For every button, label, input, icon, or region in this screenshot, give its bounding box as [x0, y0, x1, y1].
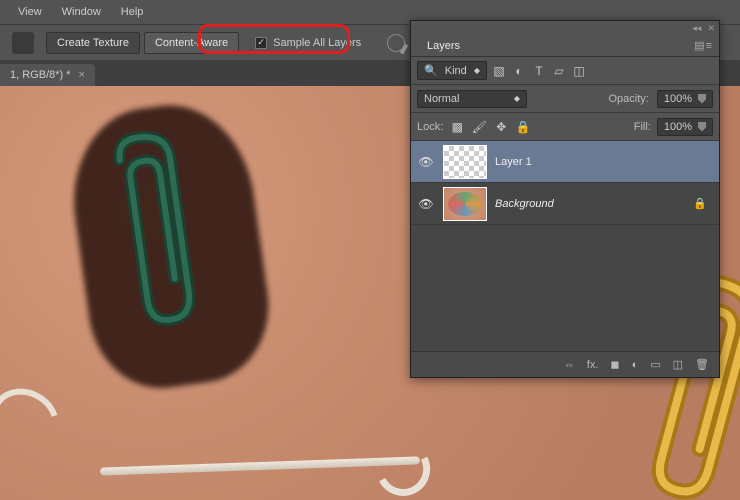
panel-footer: ⇔ fx. ◼ ◐ ▭ ◫ 🗑 — [411, 351, 719, 377]
link-layers-icon[interactable]: ⇔ — [564, 359, 575, 371]
document-tab-title: 1, RGB/8*) * — [10, 69, 71, 81]
lock-label: Lock: — [417, 121, 443, 133]
menu-window[interactable]: Window — [54, 2, 109, 22]
layer-list: 👁 Layer 1 👁 Background 🔒 — [411, 141, 719, 351]
pressure-size-icon[interactable] — [387, 34, 405, 52]
fill-input[interactable]: 100% — [657, 118, 713, 136]
layer-name[interactable]: Layer 1 — [495, 156, 532, 168]
tool-preset-icon[interactable] — [12, 32, 34, 54]
layer-thumbnail[interactable] — [443, 187, 487, 221]
lock-position-icon[interactable]: ✥ — [493, 119, 509, 135]
menu-help[interactable]: Help — [113, 2, 152, 22]
fill-value: 100% — [664, 121, 692, 133]
slider-icon — [698, 94, 706, 104]
content-aware-button[interactable]: Content-Aware — [144, 32, 239, 54]
fill-label: Fill: — [634, 121, 651, 133]
sample-all-layers-label: Sample All Layers — [273, 37, 361, 49]
document-tab[interactable]: 1, RGB/8*) * × — [0, 64, 95, 86]
lock-all-icon[interactable]: 🔒 — [515, 119, 531, 135]
layer-fx-icon[interactable]: fx. — [587, 359, 599, 371]
lock-icon: 🔒 — [693, 197, 707, 210]
layer-name[interactable]: Background — [495, 198, 554, 210]
layer-thumbnail[interactable] — [443, 145, 487, 179]
chevron-icon: ◆ — [474, 66, 480, 75]
panel-titlebar[interactable]: ◂◂ ✕ — [411, 21, 719, 35]
slider-icon — [698, 122, 706, 132]
filter-pixel-icon[interactable]: ▧ — [491, 63, 507, 79]
sample-all-layers-option[interactable]: ✓ Sample All Layers — [249, 35, 367, 51]
new-layer-icon[interactable]: ◫ — [673, 358, 683, 371]
adjustment-layer-icon[interactable]: ◐ — [632, 359, 639, 371]
chevron-icon: ◆ — [514, 94, 520, 103]
layer-row[interactable]: 👁 Background 🔒 — [411, 183, 719, 225]
new-group-icon[interactable]: ▭ — [650, 358, 660, 371]
layer-row[interactable]: 👁 Layer 1 — [411, 141, 719, 183]
lock-transparent-icon[interactable]: ▩ — [449, 119, 465, 135]
layers-tab[interactable]: Layers — [419, 36, 468, 56]
filter-type-icon[interactable]: T — [531, 63, 547, 79]
opacity-input[interactable]: 100% — [657, 90, 713, 108]
filter-shape-icon[interactable]: ▱ — [551, 63, 567, 79]
create-texture-button[interactable]: Create Texture — [46, 32, 140, 54]
filter-kind-dropdown[interactable]: 🔍 Kind ◆ — [417, 61, 487, 80]
opacity-label: Opacity: — [609, 93, 649, 105]
blend-mode-value: Normal — [424, 93, 459, 105]
layer-filter-row: 🔍 Kind ◆ ▧ ◐ T ▱ ◫ — [411, 57, 719, 85]
blend-mode-dropdown[interactable]: Normal ◆ — [417, 90, 527, 108]
lock-row: Lock: ▩ 🖌 ✥ 🔒 Fill: 100% — [411, 113, 719, 141]
search-icon: 🔍 — [424, 64, 438, 77]
layer-mask-icon[interactable]: ◼ — [610, 358, 619, 371]
filter-kind-label: Kind — [445, 65, 467, 77]
panel-menu-icon[interactable]: ▤≡ — [694, 39, 713, 52]
filter-adjust-icon[interactable]: ◐ — [511, 63, 527, 79]
panel-close-icon[interactable]: ✕ — [707, 23, 715, 34]
delete-layer-icon[interactable]: 🗑 — [695, 358, 709, 371]
opacity-value: 100% — [664, 93, 692, 105]
blend-row: Normal ◆ Opacity: 100% — [411, 85, 719, 113]
visibility-icon[interactable]: 👁 — [417, 197, 435, 211]
lock-image-icon[interactable]: 🖌 — [471, 119, 487, 135]
close-tab-icon[interactable]: × — [79, 69, 85, 81]
menu-view[interactable]: View — [10, 2, 50, 22]
visibility-icon[interactable]: 👁 — [417, 155, 435, 169]
panel-collapse-icon[interactable]: ◂◂ — [692, 23, 701, 34]
filter-smart-icon[interactable]: ◫ — [571, 63, 587, 79]
layers-panel: ◂◂ ✕ Layers ▤≡ 🔍 Kind ◆ ▧ ◐ T ▱ ◫ Normal… — [410, 20, 720, 378]
sample-all-layers-checkbox[interactable]: ✓ — [255, 37, 267, 49]
